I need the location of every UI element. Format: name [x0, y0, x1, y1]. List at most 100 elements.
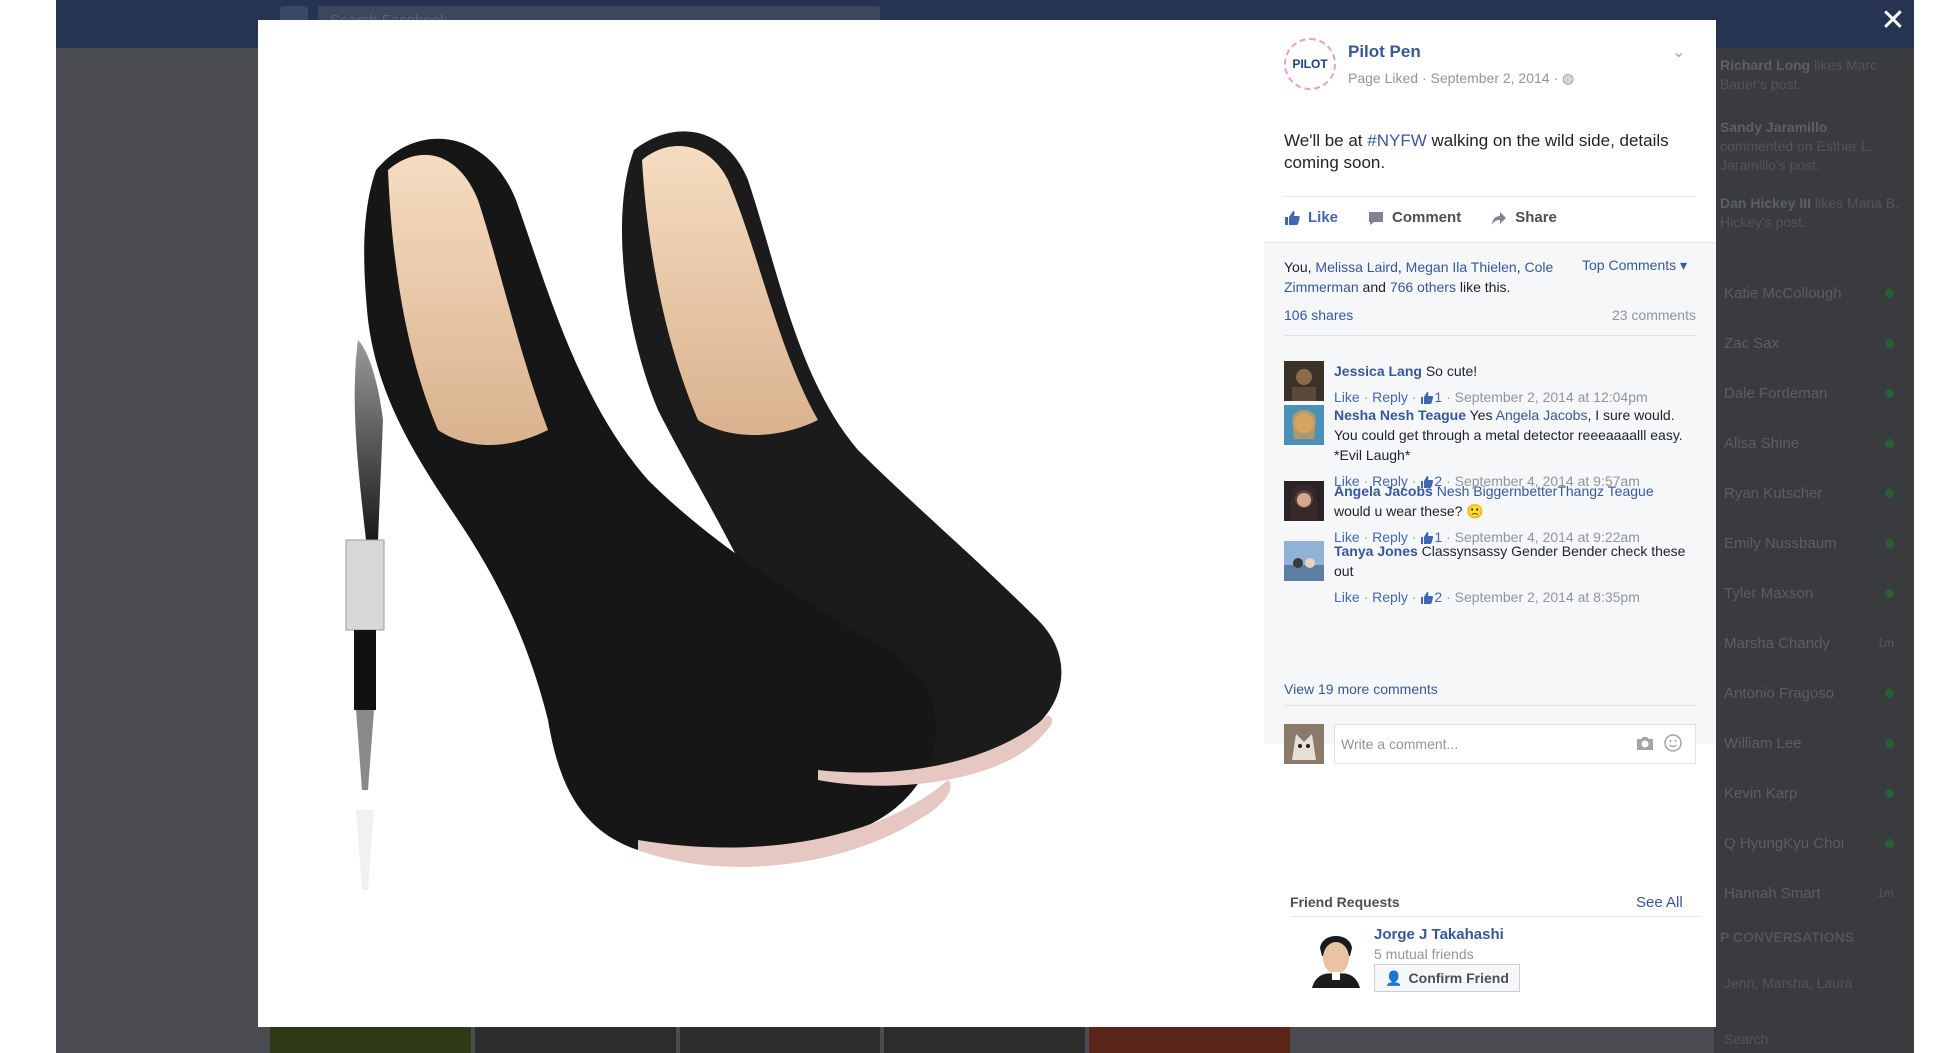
online-dot-icon	[1885, 288, 1894, 298]
comment-like-count[interactable]: 1	[1434, 389, 1442, 405]
divider	[1290, 916, 1700, 917]
mutual-friends-link[interactable]: 5 mutual friends	[1374, 946, 1474, 962]
chat-contact: Kevin Karp	[1724, 778, 1894, 808]
close-icon[interactable]: ✕	[1878, 6, 1908, 36]
comment-icon	[1369, 211, 1384, 225]
chat-contact: Antonio Fragoso	[1724, 678, 1894, 708]
shoe-photo	[345, 131, 1062, 890]
online-dot-icon	[1885, 488, 1894, 498]
conversation-item: Jenn, Marsha, Laura	[1724, 975, 1853, 991]
post-panel: PILOT Pilot Pen Page Liked · September 2…	[1264, 20, 1716, 1027]
comment-author-link[interactable]: Jessica Lang	[1334, 363, 1422, 379]
chat-contact: William Lee	[1724, 728, 1894, 758]
friend-requests-title: Friend Requests	[1290, 894, 1400, 910]
chat-contact-name: Emily Nussbaum	[1724, 534, 1837, 552]
thumbs-up-icon	[1421, 592, 1434, 604]
comment-time[interactable]: September 2, 2014 at 8:35pm	[1455, 589, 1640, 605]
comment-reply-link[interactable]: Reply	[1372, 389, 1408, 405]
chat-contact-name: Hannah Smart	[1724, 884, 1821, 902]
comment-author-link[interactable]: Angela Jacobs	[1334, 483, 1433, 499]
photo-viewer[interactable]	[258, 20, 1264, 1027]
post-actions: Like Comment Share	[1284, 196, 1696, 238]
mobile-status: 1m	[1877, 886, 1894, 900]
others-link[interactable]: 766 others	[1390, 279, 1456, 295]
shares-link[interactable]: 106 shares	[1284, 307, 1353, 323]
chat-contact-name: Katie McCollough	[1724, 284, 1842, 302]
liker-link[interactable]: Megan Ila Thielen	[1406, 259, 1517, 275]
post-meta: Page Liked · September 2, 2014 · ◍	[1348, 70, 1575, 86]
online-dot-icon	[1885, 338, 1894, 348]
mention-link[interactable]: Nesh BiggernbetterThangz Teague	[1437, 483, 1654, 499]
shares-row: 106 shares 23 comments	[1284, 307, 1696, 336]
comment-time[interactable]: September 2, 2014 at 12:04pm	[1455, 389, 1648, 405]
chat-contact-name: Marsha Chandy	[1724, 634, 1830, 652]
chat-search: Search	[1724, 1031, 1769, 1047]
liker-link[interactable]: Melissa Laird	[1315, 259, 1397, 275]
chat-contact: Emily Nussbaum	[1724, 528, 1894, 558]
chat-contact-name: Alisa Shine	[1724, 434, 1800, 452]
page-name-link[interactable]: Pilot Pen	[1348, 42, 1421, 62]
commenter-avatar[interactable]	[1284, 405, 1324, 445]
chat-contact: Tyler Maxson	[1724, 578, 1894, 608]
thumbs-up-icon	[1421, 392, 1434, 404]
chat-contact: Q HyungKyu Choi	[1724, 828, 1894, 858]
chat-contact-name: Antonio Fragoso	[1724, 684, 1835, 702]
online-dot-icon	[1885, 838, 1894, 848]
page-avatar[interactable]: PILOT	[1284, 38, 1336, 90]
ticker-item: Richard Long likes Marc Bauer's post.	[1720, 57, 1878, 92]
chat-contact: Marsha Chandy 1m	[1724, 628, 1894, 658]
chat-contact: Katie McCollough	[1724, 278, 1894, 308]
conversations-heading: P CONVERSATIONS	[1720, 929, 1855, 945]
write-comment-row: Write a comment...	[1284, 705, 1696, 764]
comment-like-link[interactable]: Like	[1334, 589, 1360, 605]
emoji-icon[interactable]	[1664, 734, 1682, 752]
comment-button[interactable]: Comment	[1368, 209, 1461, 226]
confirm-friend-button[interactable]: 👤 Confirm Friend	[1374, 964, 1520, 992]
friend-request-avatar[interactable]	[1306, 928, 1366, 988]
commenter-avatar[interactable]	[1284, 541, 1324, 581]
chat-contact: Zac Sax	[1724, 328, 1894, 358]
hashtag-link[interactable]: #NYFW	[1367, 131, 1427, 150]
camera-icon[interactable]	[1636, 735, 1654, 751]
chat-contact-name: William Lee	[1724, 734, 1802, 752]
online-dot-icon	[1885, 538, 1894, 548]
comment-author-link[interactable]: Tanya Jones	[1334, 543, 1418, 559]
comment-text: would u wear these? 🙁	[1334, 503, 1484, 519]
comment-reply-link[interactable]: Reply	[1372, 589, 1408, 605]
chat-contact: Ryan Kutscher	[1724, 478, 1894, 508]
mobile-status: 1m	[1877, 636, 1894, 650]
online-dot-icon	[1885, 738, 1894, 748]
comment-like-link[interactable]: Like	[1334, 389, 1360, 405]
online-dot-icon	[1885, 688, 1894, 698]
likes-summary: You, Melissa Laird, Megan Ila Thielen, C…	[1284, 259, 1554, 295]
comment-like-count[interactable]: 2	[1434, 589, 1442, 605]
mention-link[interactable]: Angela Jacobs	[1496, 407, 1588, 423]
chat-contact: Dale Fordeman	[1724, 378, 1894, 408]
add-friend-icon: 👤	[1385, 969, 1403, 986]
friend-request-name-link[interactable]: Jorge J Takahashi	[1374, 926, 1504, 943]
see-all-link[interactable]: See All	[1636, 894, 1683, 911]
thumbs-up-icon	[1285, 210, 1300, 225]
chat-contact: Alisa Shine	[1724, 428, 1894, 458]
post-text: We'll be at #NYFW walking on the wild si…	[1284, 131, 1669, 172]
chat-contact-name: Zac Sax	[1724, 334, 1780, 352]
chat-contact: Hannah Smart 1m	[1724, 878, 1894, 908]
view-more-comments-link[interactable]: View 19 more comments	[1284, 681, 1438, 697]
top-comments-dropdown[interactable]: Top Comments ▾	[1582, 257, 1687, 274]
ticker-item: Sandy Jaramillo commented on Esther L. J…	[1720, 119, 1873, 173]
commenter-avatar[interactable]	[1284, 361, 1324, 401]
like-button[interactable]: Like	[1284, 209, 1338, 226]
online-dot-icon	[1885, 588, 1894, 598]
chat-contact-name: Dale Fordeman	[1724, 384, 1828, 402]
online-dot-icon	[1885, 388, 1894, 398]
comment-text: So cute!	[1421, 363, 1478, 379]
share-icon	[1492, 211, 1507, 225]
share-button[interactable]: Share	[1491, 209, 1557, 226]
chevron-down-icon[interactable]: ⌄	[1672, 42, 1685, 62]
commenter-avatar[interactable]	[1284, 481, 1324, 521]
comment-author-link[interactable]: Nesha Nesh Teague	[1334, 407, 1466, 423]
online-dot-icon	[1885, 438, 1894, 448]
background-photo-strip	[270, 1024, 1290, 1053]
comments-box: You, Melissa Laird, Megan Ila Thielen, C…	[1264, 242, 1716, 764]
globe-icon: ◍	[1562, 70, 1575, 86]
